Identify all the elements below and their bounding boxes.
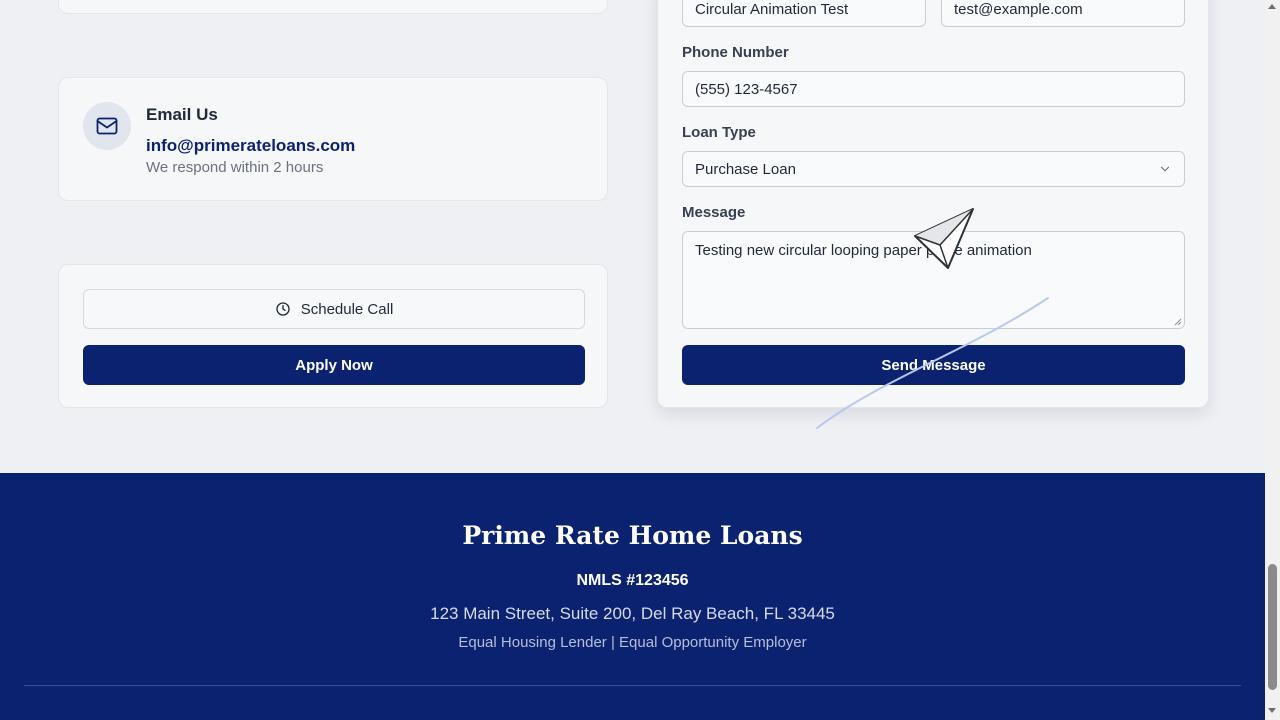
scroll-down-arrow[interactable] [1268, 708, 1276, 713]
scrollbar-thumb[interactable] [1268, 564, 1277, 690]
apply-now-button[interactable]: Apply Now [83, 345, 585, 385]
email-input[interactable]: test@example.com [941, 0, 1185, 27]
loan-type-label: Loan Type [682, 124, 756, 141]
actions-card: Schedule Call Apply Now [58, 264, 608, 408]
contact-form-card: Circular Animation Test test@example.com… [657, 0, 1209, 408]
loan-type-select[interactable]: Purchase Loan [682, 151, 1185, 187]
email-response-time: We respond within 2 hours [146, 159, 324, 176]
name-input[interactable]: Circular Animation Test [682, 0, 926, 27]
phone-input[interactable]: (555) 123-4567 [682, 71, 1185, 107]
email-input-value: test@example.com [954, 0, 1083, 18]
phone-label: Phone Number [682, 44, 789, 61]
resize-handle-icon[interactable] [1172, 316, 1182, 326]
page-scrollbar[interactable] [1265, 0, 1280, 720]
footer-brand: Prime Rate Home Loans [462, 521, 803, 550]
message-textarea[interactable]: Testing new circular looping paper plane… [682, 231, 1185, 329]
email-title: Email Us [146, 105, 218, 124]
contact-card-top [58, 0, 608, 14]
clock-icon [276, 302, 290, 316]
site-footer: Prime Rate Home Loans NMLS #123456 123 M… [0, 473, 1265, 720]
message-value: Testing new circular looping paper plane… [695, 242, 1032, 259]
schedule-call-button[interactable]: Schedule Call [83, 289, 585, 329]
footer-divider [24, 685, 1241, 686]
scroll-up-arrow[interactable] [1268, 4, 1276, 9]
footer-nmls: NMLS #123456 [576, 572, 689, 589]
footer-address: 123 Main Street, Suite 200, Del Ray Beac… [430, 604, 835, 623]
footer-equal-housing: Equal Housing Lender | Equal Opportunity… [458, 634, 807, 651]
send-message-button[interactable]: Send Message [682, 345, 1185, 385]
phone-input-value: (555) 123-4567 [695, 80, 798, 98]
mail-icon [83, 102, 131, 150]
email-card: Email Us info@primerateloans.com We resp… [58, 77, 608, 201]
email-address-link[interactable]: info@primerateloans.com [146, 136, 355, 156]
chevron-down-icon [1160, 166, 1170, 172]
loan-type-value: Purchase Loan [695, 160, 796, 178]
schedule-call-label: Schedule Call [300, 300, 394, 318]
name-input-value: Circular Animation Test [695, 0, 849, 18]
message-label: Message [682, 204, 746, 221]
